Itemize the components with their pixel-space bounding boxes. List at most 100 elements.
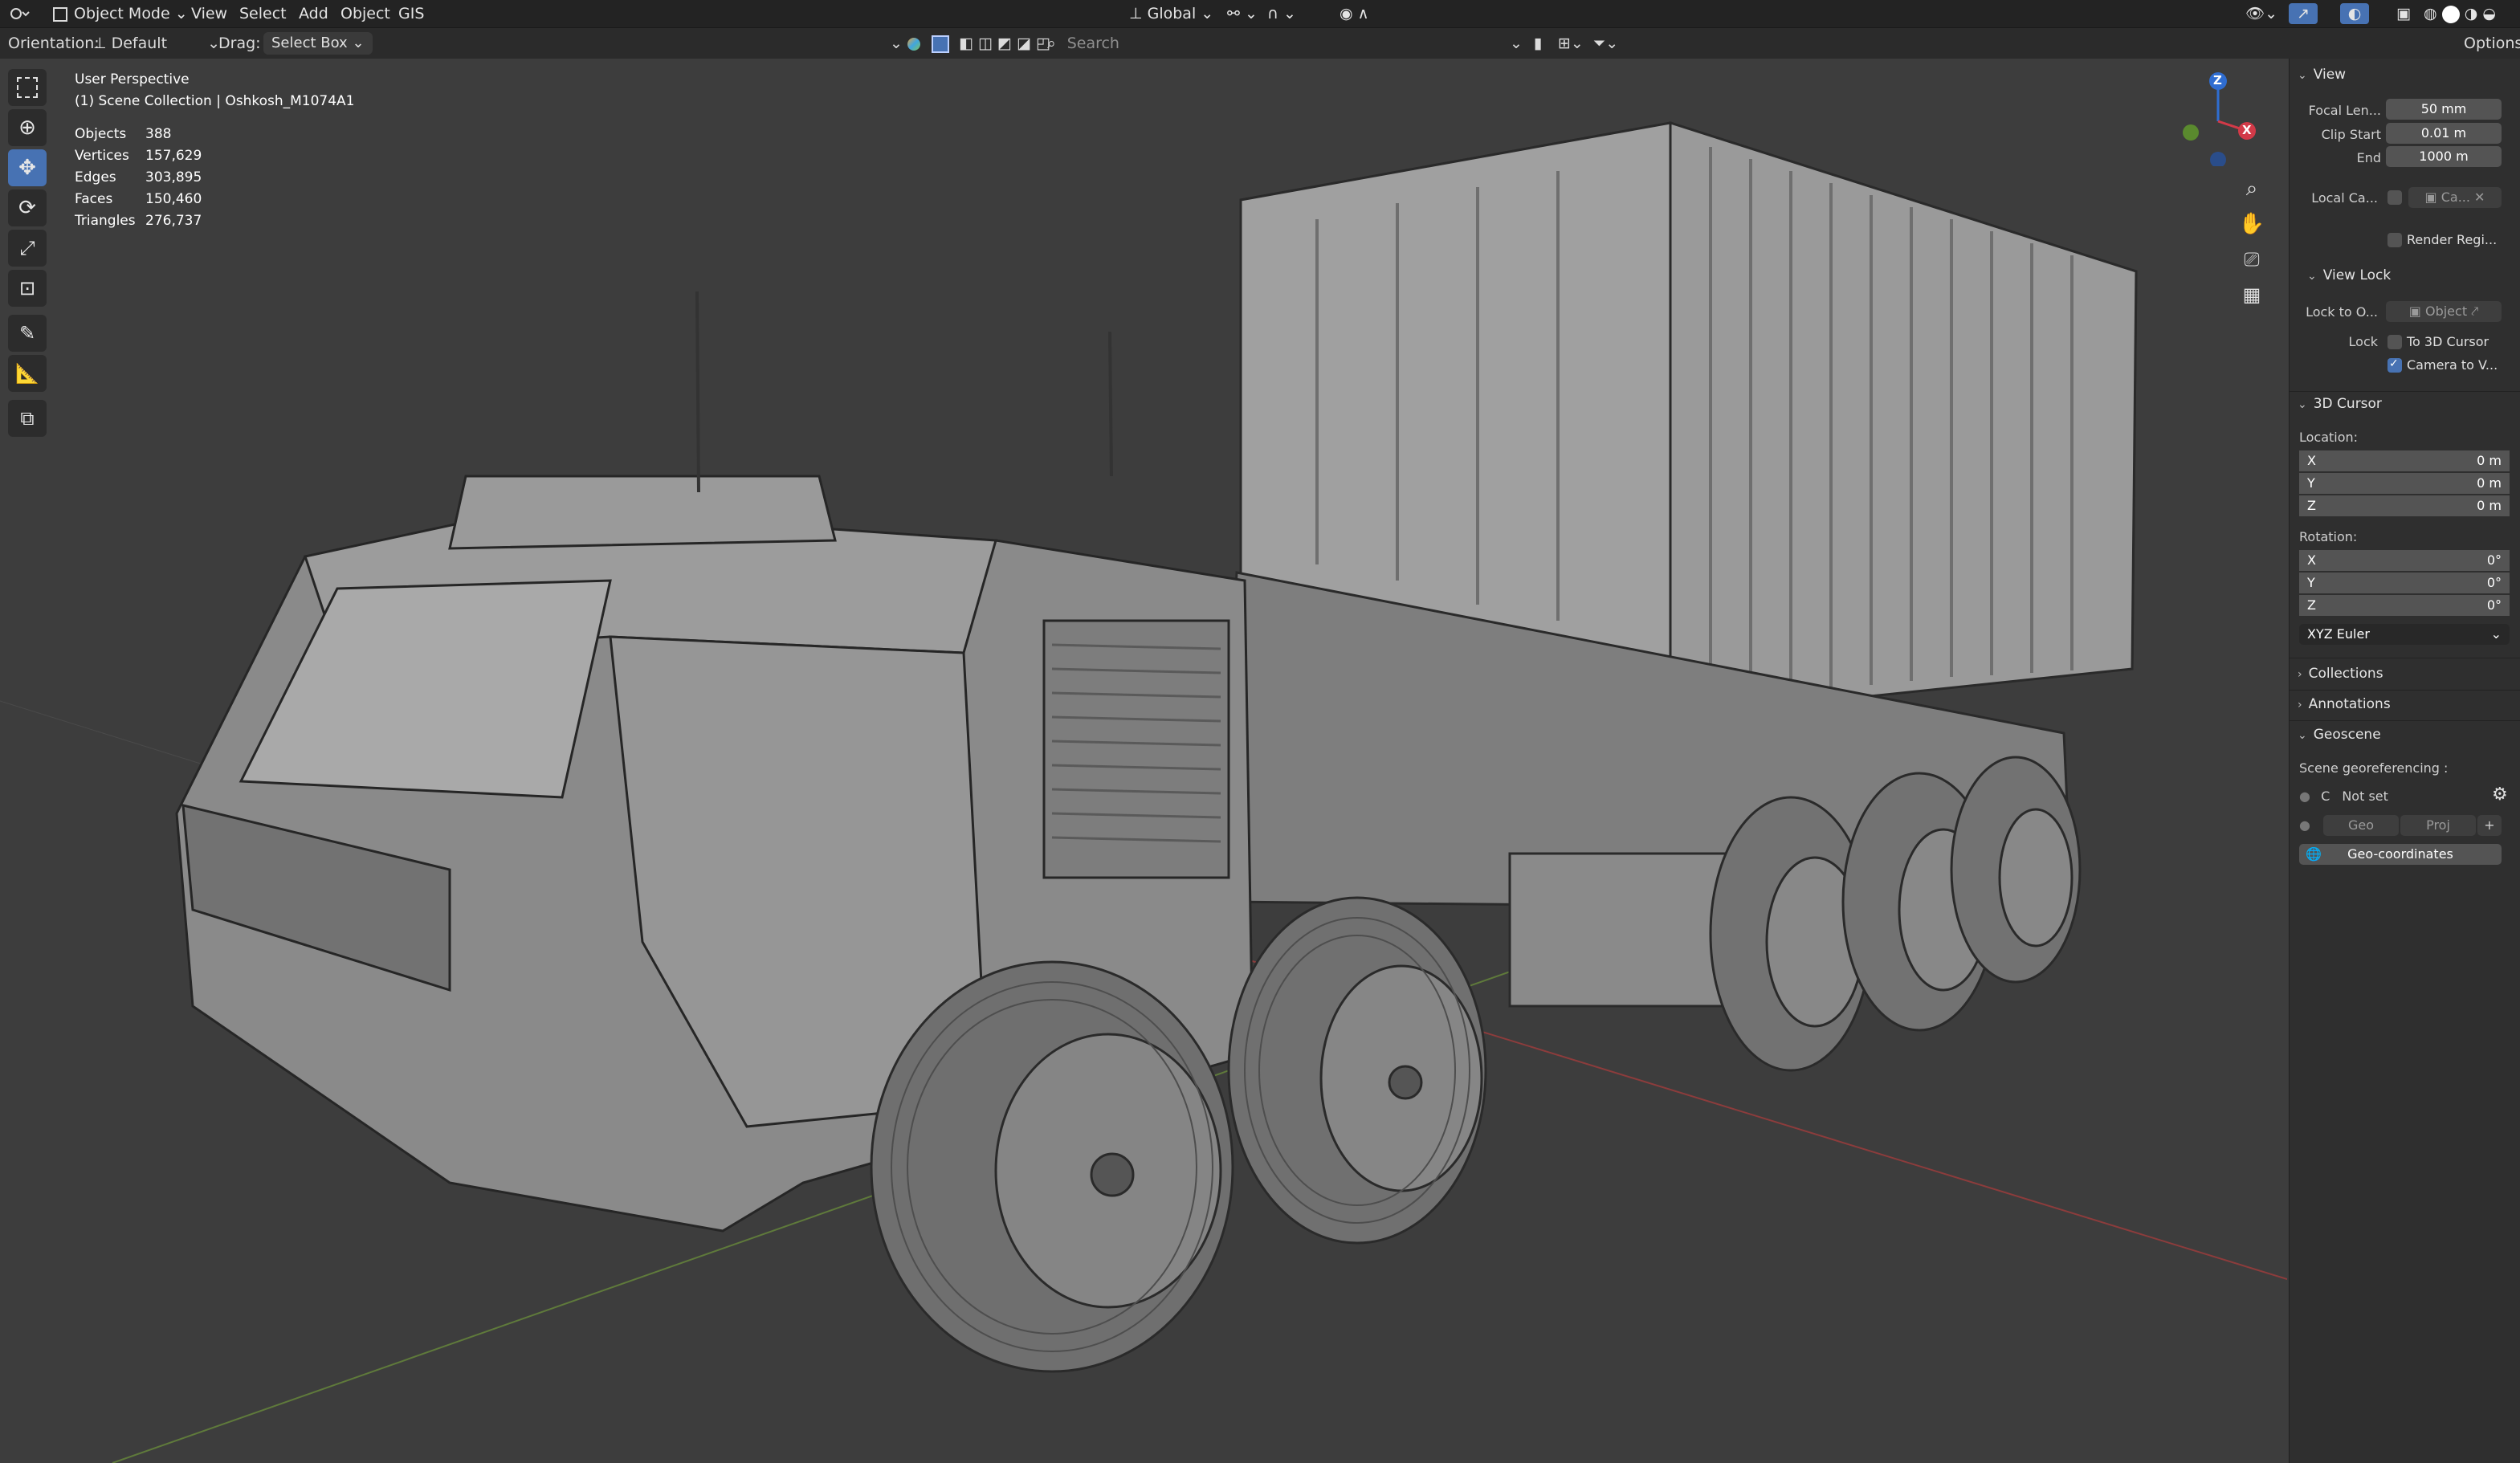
filter-icons[interactable]: ⌄ ◧ ◫ ◩ ◪ ◰ xyxy=(890,28,1050,59)
bookmark-button[interactable]: ▮ xyxy=(1534,28,1542,59)
add-cube-tool[interactable]: ⧉ xyxy=(8,400,47,437)
transform-icon: ⊡ xyxy=(18,277,36,300)
magnet-icon: ∩ ⌄ xyxy=(1267,5,1296,22)
3d-cursor-panel-header[interactable]: ⌄ 3D Cursor xyxy=(2298,396,2382,412)
location-y-field[interactable]: Y 0 m xyxy=(2299,473,2510,494)
search-input[interactable]: Search xyxy=(1067,35,1119,52)
view-panel-title: View xyxy=(2313,67,2347,83)
menu-gis[interactable]: GIS xyxy=(398,0,424,27)
render-region-checkbox[interactable] xyxy=(2387,233,2402,247)
properties-sidebar: ⌄ View Focal Len... 50 mm Clip Start 0.01… xyxy=(2289,59,2520,1463)
stat-value: 303,895 xyxy=(145,169,202,185)
chevron-down-icon: ⌄ xyxy=(1201,5,1214,22)
xray-button[interactable]: ▣ xyxy=(2396,0,2411,27)
crs-settings-icon[interactable]: ⚙ xyxy=(2492,784,2508,805)
zoom-icon[interactable]: ⌕ xyxy=(2236,171,2268,206)
rotation-x-field[interactable]: X 0° xyxy=(2299,550,2510,571)
drag-label: Drag: xyxy=(218,35,261,52)
proportional-edit-button[interactable]: ◉ ∧ xyxy=(1340,0,1369,27)
cube-icon xyxy=(53,6,67,22)
rotation-mode-value: XYZ Euler xyxy=(2307,626,2370,642)
view-lock-header[interactable]: ⌄ View Lock xyxy=(2307,267,2391,283)
view-panel-header[interactable]: ⌄ View xyxy=(2298,67,2346,83)
transform-orientation-dropdown[interactable]: ⊥ Global ⌄ xyxy=(1129,0,1213,27)
clip-start-field[interactable]: 0.01 m xyxy=(2386,123,2502,144)
navigation-gizmo[interactable]: Z X xyxy=(2178,70,2258,168)
funnel-filter-button[interactable]: ⏷⌄ xyxy=(1593,28,1618,59)
geo-button[interactable]: Geo xyxy=(2323,815,2399,836)
lock-to-object-field[interactable]: ▣ Object ⤤ xyxy=(2386,301,2502,322)
menu-view[interactable]: View xyxy=(191,0,227,27)
axis-label: Y xyxy=(2307,475,2315,491)
search-dropdown-button[interactable]: ⌄ xyxy=(1510,28,1523,59)
menu-select[interactable]: Select xyxy=(239,0,287,27)
3d-cursor-title: 3D Cursor xyxy=(2313,396,2382,412)
add-crs-button[interactable]: + xyxy=(2477,815,2502,836)
viewport-header: Object Mode ⌄ View Select Add Object GIS… xyxy=(0,0,2520,28)
object-icon: ▣ xyxy=(2408,304,2425,319)
camera-to-view-checkbox[interactable]: ✓ xyxy=(2387,357,2402,373)
proj-button[interactable]: Proj xyxy=(2400,815,2476,836)
select-box-tool[interactable] xyxy=(8,69,47,106)
color-sphere-icon xyxy=(907,37,920,51)
funnel-icon: ⏷⌄ xyxy=(1593,35,1619,52)
geo-coordinates-button[interactable]: 🌐 Geo-coordinates xyxy=(2299,844,2502,865)
select-box-icon xyxy=(932,35,950,53)
location-z-field[interactable]: Z 0 m xyxy=(2299,495,2510,516)
move-tool[interactable]: ✥ xyxy=(8,149,47,186)
stat-row: Objects 388 xyxy=(75,124,355,145)
snap-button[interactable]: ∩ ⌄ xyxy=(1267,0,1296,27)
rotation-label: Rotation: xyxy=(2299,529,2358,544)
3d-viewport[interactable]: Z X ⌕ ✋ ⎚ ▦ xyxy=(0,59,2287,1463)
lock-to-cursor-checkbox[interactable] xyxy=(2387,335,2402,349)
search-field[interactable]: ⌕ Search xyxy=(1047,28,1119,59)
focal-length-field[interactable]: 50 mm xyxy=(2386,99,2502,120)
rotation-z-field[interactable]: Z 0° xyxy=(2299,595,2510,616)
clip-end-field[interactable]: 1000 m xyxy=(2386,146,2502,167)
menu-object[interactable]: Object xyxy=(340,0,390,27)
cursor-tool[interactable]: ⊕ xyxy=(8,109,47,146)
axis-value: 0 m xyxy=(2477,453,2502,468)
collection-info: (1) Scene Collection | Oshkosh_M1074A1 xyxy=(75,93,355,109)
stat-row: Faces 150,460 xyxy=(75,189,355,210)
drag-dropdown[interactable]: Select Box ⌄ xyxy=(263,32,373,55)
orientation-dropdown[interactable]: ⊥ Default ⌄ xyxy=(93,28,220,59)
collections-panel-header[interactable]: › Collections xyxy=(2298,666,2383,682)
local-camera-field[interactable]: ▣ Ca... ✕ xyxy=(2408,187,2502,208)
measure-tool[interactable]: 📐 xyxy=(8,355,47,392)
annotations-panel-header[interactable]: › Annotations xyxy=(2298,696,2391,712)
mode-selector[interactable]: Object Mode ⌄ xyxy=(53,0,188,27)
antennas xyxy=(695,291,1113,493)
visibility-button[interactable]: 👁⌄ xyxy=(2245,0,2277,27)
gizmo-toggle-button[interactable]: ↗ xyxy=(2289,3,2318,24)
rotation-mode-dropdown[interactable]: XYZ Euler ⌄ xyxy=(2299,624,2510,645)
shading-buttons[interactable]: ◍ ◑ ◒ xyxy=(2424,0,2496,27)
annotate-tool[interactable]: ✎ xyxy=(8,315,47,352)
axis-label: Y xyxy=(2307,575,2315,590)
menu-add[interactable]: Add xyxy=(299,0,328,27)
overlay-toggle-button[interactable]: ◐ xyxy=(2340,3,2369,24)
clip-start-label: Clip Start xyxy=(2321,127,2381,142)
options-button[interactable]: Options xyxy=(2464,28,2520,59)
geoscene-panel-header[interactable]: ⌄ Geoscene xyxy=(2298,727,2381,743)
display-filter-button[interactable]: ⊞⌄ xyxy=(1558,28,1584,59)
lock-to-object-label: Lock to O... xyxy=(2306,304,2378,320)
local-camera-checkbox[interactable] xyxy=(2387,190,2402,205)
pivot-point-button[interactable]: ⚯ ⌄ xyxy=(1227,0,1258,27)
perspective-toggle-icon[interactable]: ▦ xyxy=(2236,277,2268,312)
location-label: Location: xyxy=(2299,430,2359,445)
rotate-icon: ⟳ xyxy=(18,196,36,220)
rotation-y-field[interactable]: Y 0° xyxy=(2299,573,2510,593)
truck-model-render xyxy=(0,120,2287,1463)
location-x-field[interactable]: X 0 m xyxy=(2299,450,2510,471)
rotate-tool[interactable]: ⟳ xyxy=(8,189,47,226)
pan-hand-icon[interactable]: ✋ xyxy=(2236,206,2268,242)
stat-value: 276,737 xyxy=(145,213,202,229)
camera-view-icon[interactable]: ⎚ xyxy=(2236,242,2268,277)
editor-type-button[interactable] xyxy=(10,0,32,27)
plus-icon: + xyxy=(2484,817,2495,833)
select-box-icon xyxy=(17,77,38,98)
transform-tool[interactable]: ⊡ xyxy=(8,270,47,307)
orientation-default-icon: ⊥ xyxy=(93,35,107,52)
scale-tool[interactable]: ⤢ xyxy=(8,230,47,267)
